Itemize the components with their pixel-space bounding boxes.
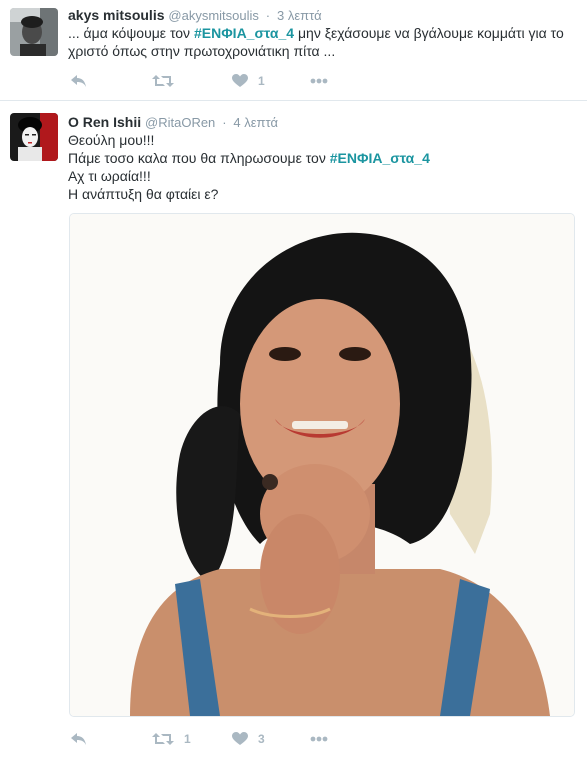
more-button[interactable]: [310, 78, 340, 84]
tweet[interactable]: O Ren Ishii @RitaORen · 4 λεπτά Θεούλη μ…: [0, 101, 587, 758]
timestamp[interactable]: 4 λεπτά: [233, 115, 278, 130]
separator: ·: [265, 8, 271, 23]
retweet-button[interactable]: [152, 74, 232, 88]
tweet-actions: 1 3: [70, 729, 340, 749]
like-count: 1: [258, 74, 265, 88]
more-icon: [310, 736, 328, 742]
reply-icon: [70, 732, 88, 746]
heart-icon: [232, 732, 248, 746]
tweet-text-part: ... άμα κόψουμε τον: [68, 25, 194, 41]
hashtag-link[interactable]: #ΕΝΦΙΑ_στα_4: [330, 150, 430, 166]
timestamp[interactable]: 3 λεπτά: [277, 8, 322, 23]
heart-icon: [232, 74, 248, 88]
tweet-photo[interactable]: [69, 213, 575, 717]
avatar[interactable]: [10, 8, 58, 56]
retweet-button[interactable]: 1: [152, 732, 232, 746]
tweet-header: akys mitsoulis @akysmitsoulis · 3 λεπτά: [68, 6, 322, 25]
tweet-actions: 1: [70, 71, 340, 91]
tweet-line: Η ανάπτυξη θα φταίει ε?: [68, 186, 219, 202]
tweet-line: Θεούλη μου!!!: [68, 132, 155, 148]
hashtag-link[interactable]: #ΕΝΦΙΑ_στα_4: [194, 25, 294, 41]
more-button[interactable]: [310, 736, 340, 742]
like-count: 3: [258, 732, 265, 746]
more-icon: [310, 78, 328, 84]
user-name[interactable]: O Ren Ishii: [68, 114, 141, 130]
separator: ·: [222, 115, 227, 130]
tweet[interactable]: akys mitsoulis @akysmitsoulis · 3 λεπτά …: [0, 0, 587, 101]
tweet-header: O Ren Ishii @RitaORen · 4 λεπτά: [68, 113, 278, 132]
user-handle[interactable]: @akysmitsoulis: [168, 8, 259, 23]
user-handle[interactable]: @RitaORen: [145, 115, 215, 130]
tweet-line: Αχ τι ωραία!!!: [68, 168, 151, 184]
tweet-text: ... άμα κόψουμε τον #ΕΝΦΙΑ_στα_4 μην ξεχ…: [68, 24, 578, 60]
tweet-line: Πάμε τοσο καλα που θα πληρωσουμε τον #ΕΝ…: [68, 149, 578, 167]
retweet-count: 1: [184, 732, 191, 746]
like-button[interactable]: 3: [232, 732, 310, 746]
retweet-icon: [152, 732, 174, 746]
tweet-text-part: Πάμε τοσο καλα που θα πληρωσουμε τον: [68, 150, 330, 166]
tweet-text: Θεούλη μου!!! Πάμε τοσο καλα που θα πληρ…: [68, 131, 578, 203]
user-name[interactable]: akys mitsoulis: [68, 7, 165, 23]
retweet-icon: [152, 74, 174, 88]
like-button[interactable]: 1: [232, 74, 310, 88]
photo-image: [70, 214, 574, 716]
reply-button[interactable]: [70, 74, 152, 88]
reply-button[interactable]: [70, 732, 152, 746]
reply-icon: [70, 74, 88, 88]
avatar[interactable]: [10, 113, 58, 161]
